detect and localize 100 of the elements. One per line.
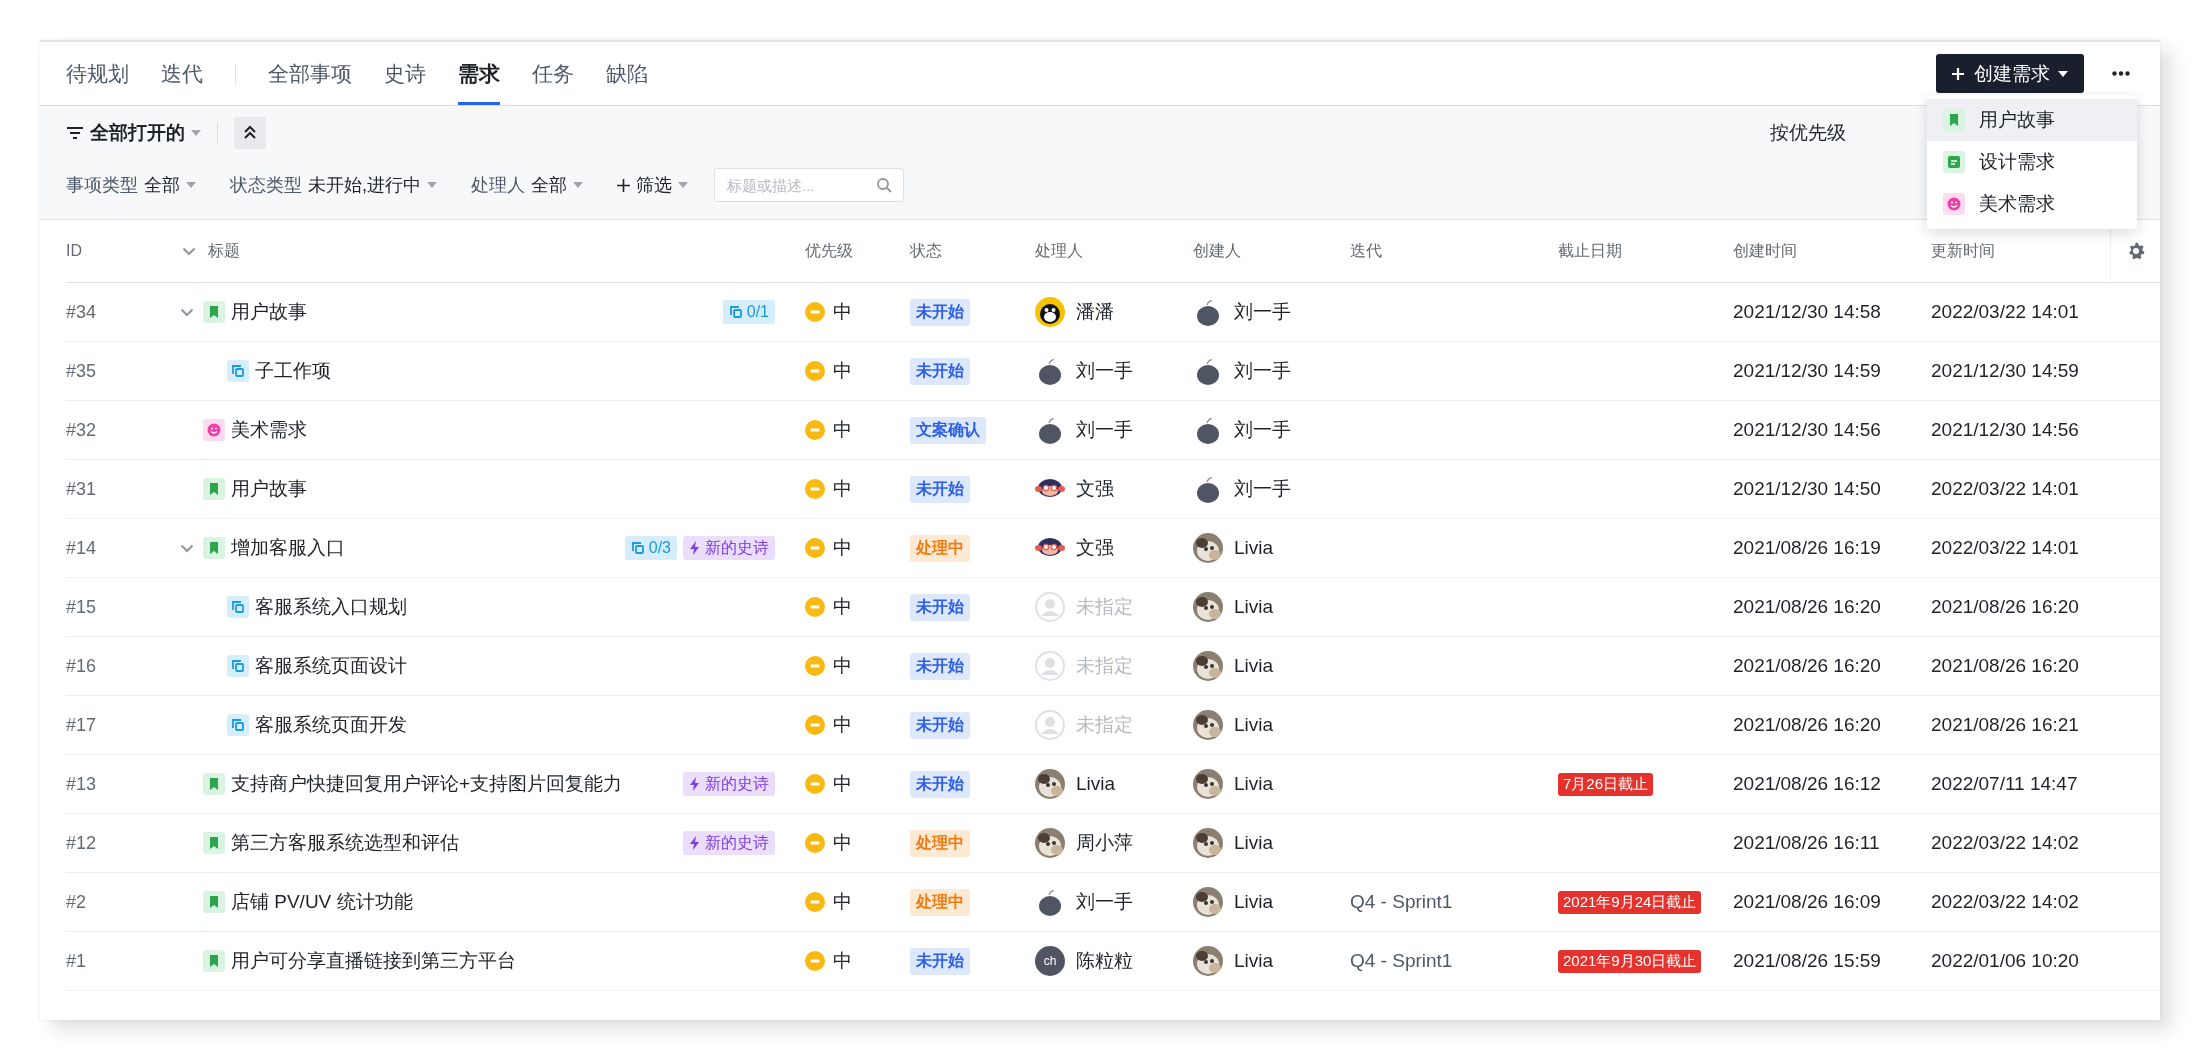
bookmark-icon [203, 891, 225, 913]
filter-dropdown[interactable]: 事项类型 全部 [66, 173, 196, 197]
id-cell-text: #2 [66, 890, 88, 914]
menu-item[interactable]: 设计需求 [1927, 141, 2137, 183]
plus-icon [1950, 65, 1966, 82]
column-header: 优先级 [805, 240, 853, 261]
caret-icon [678, 182, 688, 188]
collapse-icon[interactable] [234, 117, 266, 149]
item-title[interactable]: 店铺 PV/UV 统计功能 [231, 889, 413, 915]
item-title[interactable]: 用户故事 [231, 476, 307, 502]
priority-text: 中 [833, 713, 852, 737]
person-name: Livia [1234, 596, 1274, 618]
filter-dropdown[interactable]: 处理人 全部 [471, 173, 583, 197]
sort-dropdown[interactable]: 按优先级 [1770, 120, 1846, 146]
item-title[interactable]: 支持商户快捷回复用户评论+支持图片回复能力 [231, 771, 623, 797]
updated-time: 2022/03/22 14:01 [1931, 301, 2079, 323]
status-tag[interactable]: 未开始 [910, 711, 970, 739]
epic-tag[interactable]: 新的史诗 [683, 772, 775, 796]
created-time: 2021/08/26 16:19 [1733, 537, 1881, 559]
id-cell-text: #14 [66, 536, 98, 560]
tab[interactable]: 缺陷 [606, 42, 648, 105]
menu-item[interactable]: 美术需求 [1927, 183, 2137, 225]
status-tag[interactable]: 文案确认 [910, 416, 986, 444]
column-header: 截止日期 [1558, 240, 1622, 261]
chevron-icon[interactable] [180, 543, 194, 553]
bookmark-icon [203, 773, 225, 795]
item-title[interactable]: 用户可分享直播链接到第三方平台 [231, 948, 516, 974]
chevron-icon[interactable] [182, 246, 196, 256]
item-title[interactable]: 增加客服入口 [231, 535, 345, 561]
search-icon[interactable] [876, 177, 892, 193]
view-dropdown[interactable]: 全部打开的 [66, 120, 201, 146]
epic-tag[interactable]: 新的史诗 [683, 831, 775, 855]
item-title[interactable]: 美术需求 [231, 417, 307, 443]
column-header: 迭代 [1350, 240, 1382, 261]
item-title[interactable]: 客服系统页面开发 [255, 712, 407, 738]
status-tag[interactable]: 未开始 [910, 357, 970, 385]
item-title[interactable]: 用户故事 [231, 299, 307, 325]
column-header: 处理人 [1035, 240, 1083, 261]
tab[interactable]: 迭代 [161, 42, 203, 105]
person-name: 刘一手 [1234, 477, 1291, 501]
priority-icon [805, 774, 825, 794]
person-name: 文强 [1076, 477, 1114, 501]
bookmark-icon [203, 832, 225, 854]
id-cell-text: #34 [66, 300, 98, 324]
status-tag[interactable]: 未开始 [910, 298, 970, 326]
column-header: 更新时间 [1931, 240, 1995, 261]
status-tag[interactable]: 未开始 [910, 593, 970, 621]
priority-icon [805, 302, 825, 322]
epic-tag[interactable]: 新的史诗 [683, 536, 775, 560]
add-filter-button[interactable]: 筛选 [617, 173, 688, 197]
search-field[interactable]: 标题或描述... [714, 168, 904, 202]
menu-item[interactable]: 用户故事 [1927, 99, 2137, 141]
caret-icon [573, 182, 583, 188]
filter-dropdown[interactable]: 状态类型 未开始,进行中 [230, 173, 437, 197]
more-icon[interactable] [2112, 71, 2130, 76]
person-name: Livia [1234, 832, 1274, 854]
create-button[interactable]: 创建需求 [1936, 54, 2084, 93]
person-name: Livia [1234, 773, 1274, 795]
status-tag[interactable]: 未开始 [910, 947, 970, 975]
chevron-icon[interactable] [180, 307, 194, 317]
updated-time: 2021/08/26 16:21 [1931, 714, 2079, 736]
priority-text: 中 [833, 949, 852, 973]
updated-time: 2021/08/26 16:20 [1931, 596, 2079, 618]
deadline-tag: 7月26日截止 [1558, 772, 1654, 796]
tab[interactable]: 史诗 [384, 42, 426, 105]
priority-text: 中 [833, 890, 852, 914]
tab[interactable]: 任务 [532, 42, 574, 105]
subtask-icon [227, 655, 249, 677]
person-name: Livia [1076, 773, 1116, 795]
bookmark-icon [203, 301, 225, 323]
column-header: 状态 [910, 240, 942, 261]
note-icon [1943, 151, 1965, 173]
updated-time: 2022/07/11 14:47 [1931, 773, 2078, 795]
created-time: 2021/08/26 16:20 [1733, 714, 1881, 736]
person-name: Livia [1234, 950, 1274, 972]
lightning-icon [689, 541, 701, 555]
deadline-tag: 2021年9月30日截止 [1558, 949, 1702, 973]
caret-icon [427, 182, 437, 188]
status-tag[interactable]: 未开始 [910, 770, 970, 798]
item-title[interactable]: 客服系统入口规划 [255, 594, 407, 620]
tab[interactable]: 待规划 [66, 42, 129, 105]
item-title[interactable]: 子工作项 [255, 358, 331, 384]
created-time: 2021/08/26 16:20 [1733, 655, 1881, 677]
item-title[interactable]: 第三方客服系统选型和评估 [231, 830, 459, 856]
item-title[interactable]: 客服系统页面设计 [255, 653, 407, 679]
subtask-icon [227, 360, 249, 382]
id-cell-text: #12 [66, 831, 98, 855]
priority-text: 中 [833, 477, 852, 501]
updated-time: 2022/03/22 14:02 [1931, 891, 2079, 913]
iteration-text: Q4 - Sprint1 [1350, 891, 1453, 913]
priority-icon [805, 420, 825, 440]
tab[interactable]: 全部事项 [268, 42, 352, 105]
person-name: 未指定 [1076, 595, 1133, 619]
created-time: 2021/12/30 14:58 [1733, 301, 1881, 323]
caret-icon [2058, 70, 2068, 77]
status-tag[interactable]: 未开始 [910, 475, 970, 503]
status-tag[interactable]: 未开始 [910, 652, 970, 680]
priority-text: 中 [833, 359, 852, 383]
avatar-icon [1035, 297, 1065, 327]
filter-icon [66, 126, 84, 140]
